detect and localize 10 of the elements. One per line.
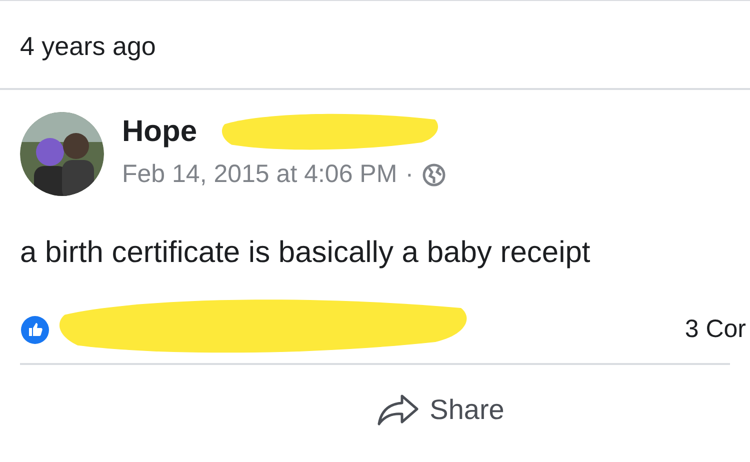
post-date[interactable]: Feb 14, 2015 at 4:06 PM bbox=[122, 156, 398, 194]
share-button[interactable]: Share bbox=[376, 389, 504, 431]
globe-icon bbox=[422, 163, 446, 187]
like-icon bbox=[21, 316, 49, 344]
post-text: a birth certificate is basically a baby receipt bbox=[20, 236, 590, 269]
post-time: 4 years ago bbox=[20, 30, 156, 62]
author-name[interactable]: Hope bbox=[122, 114, 197, 150]
separator: · bbox=[405, 159, 414, 190]
share-icon bbox=[376, 393, 420, 427]
comment-count[interactable]: 3 Cor bbox=[684, 311, 746, 349]
